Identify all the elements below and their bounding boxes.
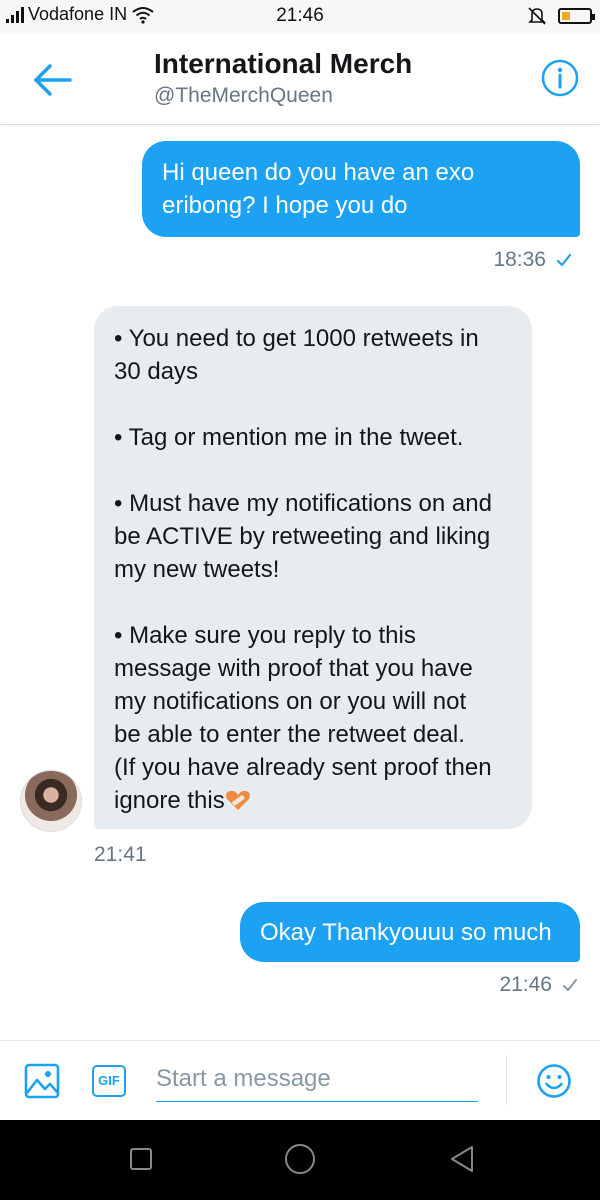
mute-icon [528,7,546,25]
timestamp-text: 21:41 [94,843,147,866]
message-line [114,586,512,619]
message-line: Okay Thankyouuu so much [260,919,552,946]
sent-check-icon [563,979,577,991]
message-line: my new tweets! [114,556,280,583]
emoji-icon[interactable] [536,1063,572,1099]
nav-back-icon[interactable] [448,1144,476,1174]
message-line [114,454,512,487]
message-line: eribong? I hope you do [162,192,408,219]
message-timestamp: 21:41 [94,843,147,867]
message-line [114,388,512,421]
conversation-title[interactable]: International Merch [154,48,412,80]
message-line: message with proof that you have [114,655,473,682]
composer-divider [506,1055,507,1105]
message-line: • You need to get 1000 retweets in [114,325,479,352]
message-line: • Make sure you reply to this [114,622,416,649]
back-arrow-icon[interactable] [28,58,76,102]
sender-avatar[interactable] [20,770,82,832]
message-input[interactable] [156,1057,478,1102]
read-check-icon [556,253,572,267]
message-line: • Tag or mention me in the tweet. [114,424,464,451]
message-line-last: ignore this [114,784,512,817]
message-line: (If you have already sent proof then [114,754,492,781]
recents-icon[interactable] [130,1148,152,1170]
message-timestamp: 18:36 [493,248,572,272]
message-timestamp: 21:46 [499,973,578,997]
conversation-handle[interactable]: @TheMerchQueen [154,84,333,108]
gif-button[interactable]: GIF [92,1065,126,1097]
message-line: be ACTIVE by retweeting and liking [114,523,491,550]
home-icon[interactable] [285,1144,315,1174]
timestamp-text: 18:36 [493,248,546,271]
message-composer: GIF [0,1040,600,1121]
image-icon[interactable] [24,1063,60,1099]
message-line: • Must have my notifications on and [114,490,492,517]
message-line: Hi queen do you have an exo [162,159,475,186]
message-line-text: ignore this [114,787,225,814]
message-bubble-incoming[interactable]: • You need to get 1000 retweets in 30 da… [94,306,532,829]
message-bubble-outgoing[interactable]: Hi queen do you have an exo eribong? I h… [142,141,580,237]
status-bar: Vodafone IN 21:46 [0,0,600,34]
battery-icon [558,8,595,24]
conversation-header: International Merch @TheMerchQueen [0,34,600,125]
message-line: be able to enter the retweet deal. [114,721,465,748]
system-navigation-bar [0,1120,600,1200]
info-icon[interactable] [540,58,580,98]
message-line: my notifications on or you will not [114,688,467,715]
heart-with-bandage-emoji [225,790,250,810]
message-line: 30 days [114,358,199,385]
status-time: 21:46 [276,5,324,26]
timestamp-text: 21:46 [499,973,552,996]
message-bubble-outgoing[interactable]: Okay Thankyouuu so much [240,902,580,962]
